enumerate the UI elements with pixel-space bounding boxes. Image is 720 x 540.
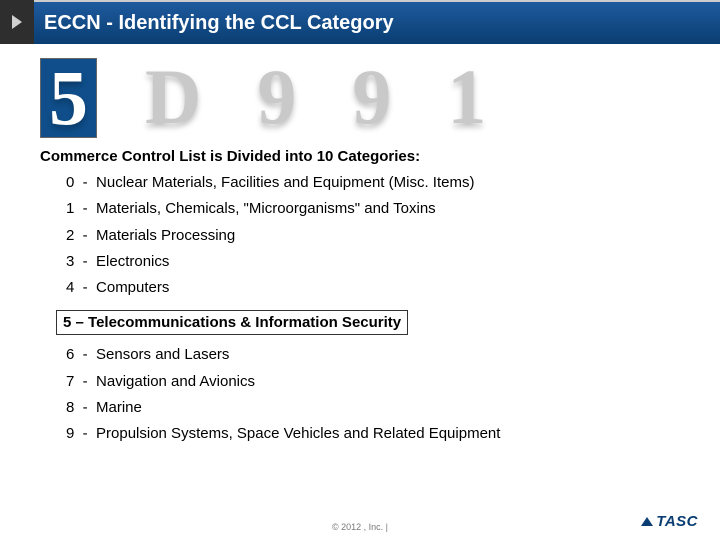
list-item: 1 - Materials, Chemicals, "Microorganism… bbox=[66, 199, 680, 219]
eccn-digit-4: 1 bbox=[439, 58, 494, 136]
highlighted-category: 5 – Telecommunications & Information Sec… bbox=[56, 310, 408, 335]
list-item: 7 - Navigation and Avionics bbox=[66, 372, 680, 392]
list-item: 6 - Sensors and Lasers bbox=[66, 345, 680, 365]
list-item: 9 - Propulsion Systems, Space Vehicles a… bbox=[66, 424, 680, 444]
brand-text: TASC bbox=[656, 513, 698, 530]
list-subheading: Commerce Control List is Divided into 10… bbox=[40, 148, 680, 165]
brand-triangle-icon bbox=[641, 517, 653, 526]
content-area: Commerce Control List is Divided into 10… bbox=[0, 142, 720, 444]
list-item: 2 - Materials Processing bbox=[66, 226, 680, 246]
list-item: 4 - Computers bbox=[66, 278, 680, 298]
footer-brand: TASC bbox=[641, 513, 698, 530]
nav-arrow-box bbox=[0, 0, 34, 44]
list-item: 8 - Marine bbox=[66, 398, 680, 418]
eccn-digit-0: 5 bbox=[40, 58, 97, 138]
list-item: 3 - Electronics bbox=[66, 252, 680, 272]
category-list-top: 0 - Nuclear Materials, Facilities and Eq… bbox=[40, 173, 680, 298]
eccn-digit-2: 9 bbox=[249, 58, 304, 136]
list-item: 0 - Nuclear Materials, Facilities and Eq… bbox=[66, 173, 680, 193]
play-arrow-icon bbox=[12, 15, 22, 29]
eccn-digit-3: 9 bbox=[344, 58, 399, 136]
footer-copyright: © 2012 , Inc. | bbox=[0, 522, 720, 532]
slide-title: ECCN - Identifying the CCL Category bbox=[34, 0, 720, 44]
eccn-digit-1: D bbox=[137, 58, 209, 136]
slide-header: ECCN - Identifying the CCL Category bbox=[0, 0, 720, 44]
category-list-bottom: 6 - Sensors and Lasers 7 - Navigation an… bbox=[40, 345, 680, 444]
eccn-code-row: 5 D 9 9 1 bbox=[0, 44, 720, 142]
